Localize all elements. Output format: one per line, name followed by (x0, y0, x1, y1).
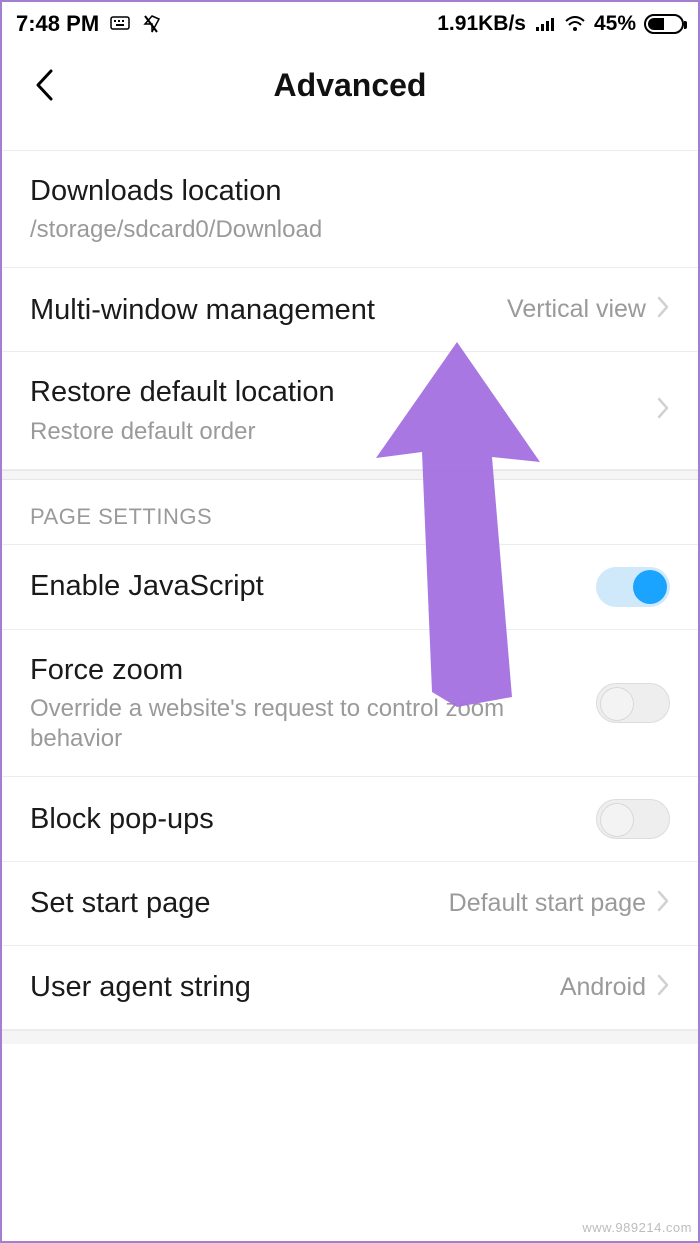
signal-icon (534, 13, 556, 35)
row-title: Downloads location (30, 173, 670, 209)
toggle-enable-javascript[interactable] (596, 567, 670, 607)
toggle-force-zoom[interactable] (596, 683, 670, 723)
chevron-left-icon (33, 68, 55, 102)
row-title: User agent string (30, 969, 560, 1005)
chevron-right-icon (656, 973, 670, 1002)
row-subtitle: Restore default order (30, 417, 656, 447)
chevron-right-icon (656, 889, 670, 918)
row-set-start-page[interactable]: Set start page Default start page (2, 862, 698, 946)
settings-group-page: Enable JavaScript Force zoom Override a … (2, 544, 698, 1030)
watermark: www.989214.com (582, 1220, 692, 1235)
row-title: Restore default location (30, 374, 656, 410)
row-title: Block pop-ups (30, 801, 596, 837)
row-title: Enable JavaScript (30, 568, 596, 604)
row-restore-default[interactable]: Restore default location Restore default… (2, 352, 698, 469)
status-left: 7:48 PM (16, 11, 163, 37)
status-netspeed: 1.91KB/s (437, 12, 526, 36)
status-time: 7:48 PM (16, 11, 99, 37)
row-title: Set start page (30, 885, 449, 921)
location-off-icon (141, 13, 163, 35)
row-enable-javascript[interactable]: Enable JavaScript (2, 545, 698, 630)
row-block-popups[interactable]: Block pop-ups (2, 777, 698, 862)
toggle-block-popups[interactable] (596, 799, 670, 839)
section-divider (2, 470, 698, 480)
section-divider (2, 1030, 698, 1044)
row-value: Android (560, 973, 646, 1002)
status-right: 1.91KB/s 45% (437, 12, 684, 36)
row-multi-window[interactable]: Multi-window management Vertical view (2, 268, 698, 352)
status-bar: 7:48 PM 1.91KB/s 45% (2, 2, 698, 46)
keyboard-icon (109, 13, 131, 35)
row-force-zoom[interactable]: Force zoom Override a website's request … (2, 630, 698, 777)
status-battery-pct: 45% (594, 12, 636, 36)
chevron-right-icon (656, 396, 670, 425)
chevron-right-icon (656, 295, 670, 324)
wifi-icon (564, 13, 586, 35)
section-header-page-settings: PAGE SETTINGS (2, 480, 698, 544)
row-user-agent[interactable]: User agent string Android (2, 946, 698, 1030)
row-subtitle: Override a website's request to control … (30, 694, 596, 754)
row-value: Default start page (449, 889, 646, 918)
row-subtitle: /storage/sdcard0/Download (30, 215, 670, 245)
app-header: Advanced (2, 46, 698, 124)
row-value: Vertical view (507, 295, 646, 324)
settings-group-general: Downloads location /storage/sdcard0/Down… (2, 150, 698, 470)
row-title: Multi-window management (30, 292, 507, 328)
back-button[interactable] (24, 65, 64, 105)
row-downloads-location[interactable]: Downloads location /storage/sdcard0/Down… (2, 150, 698, 268)
battery-icon (644, 14, 684, 34)
row-title: Force zoom (30, 652, 596, 688)
page-title: Advanced (274, 67, 427, 104)
